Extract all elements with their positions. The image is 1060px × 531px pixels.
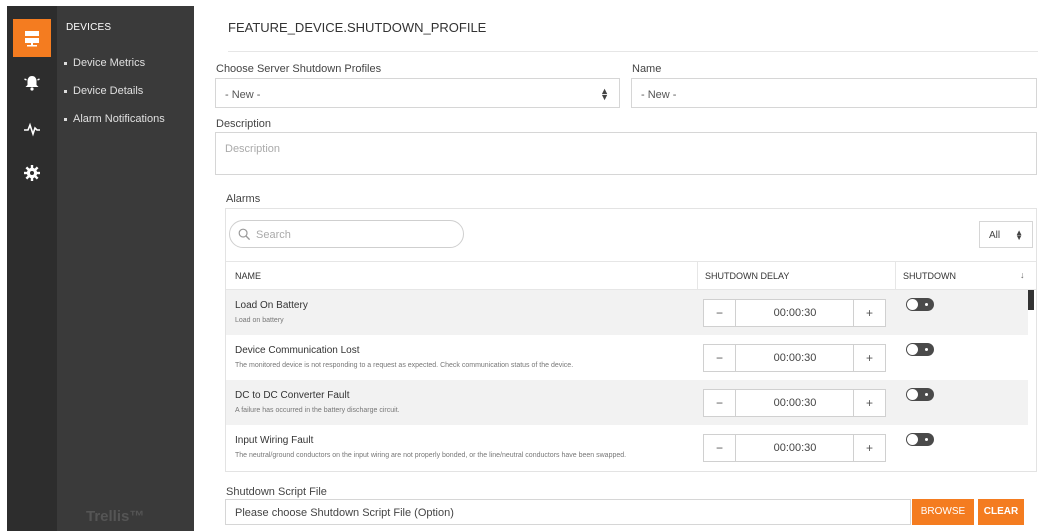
nav-item-label: Alarm Notifications <box>73 113 165 125</box>
column-divider <box>697 262 698 290</box>
main-panel: FEATURE_DEVICE.SHUTDOWN_PROFILE Choose S… <box>194 6 1060 531</box>
toggle-dot-icon <box>925 348 928 351</box>
nav-item-alarm-notifications[interactable]: Alarm Notifications <box>64 113 165 141</box>
decrement-button[interactable]: − <box>704 300 736 326</box>
delay-value[interactable]: 00:00:30 <box>736 390 854 416</box>
delay-value[interactable]: 00:00:30 <box>736 300 854 326</box>
gear-icon <box>24 165 40 181</box>
rail-settings-button[interactable] <box>13 154 51 192</box>
delay-value[interactable]: 00:00:30 <box>736 345 854 371</box>
toggle-dot-icon <box>925 393 928 396</box>
toggle-knob <box>907 344 918 355</box>
icon-rail <box>7 6 57 531</box>
increment-button[interactable]: + <box>853 345 885 371</box>
alarm-description: The neutral/ground conductors on the inp… <box>235 452 627 459</box>
toggle-knob <box>907 389 918 400</box>
alarm-name: Input Wiring Fault <box>235 435 314 446</box>
shutdown-toggle[interactable] <box>906 433 934 446</box>
rail-alarms-button[interactable] <box>13 64 51 102</box>
table-header: NAME SHUTDOWN DELAY SHUTDOWN ↓ <box>226 261 1036 290</box>
delay-stepper: − 00:00:30 + <box>703 434 886 462</box>
description-label: Description <box>216 118 272 130</box>
alarms-table: Search All ▲ ▼ NAME SHUTDOWN DELAY SHUTDO… <box>225 208 1037 472</box>
delay-value[interactable]: 00:00:30 <box>736 435 854 461</box>
nav-item-label: Device Details <box>73 85 144 97</box>
increment-button[interactable]: + <box>853 435 885 461</box>
decrement-button[interactable]: − <box>704 390 736 416</box>
alarm-filter-select[interactable]: All ▲ ▼ <box>979 221 1033 248</box>
rail-devices-button[interactable] <box>13 19 51 57</box>
title-divider <box>228 51 1038 52</box>
script-file-input[interactable]: Please choose Shutdown Script File (Opti… <box>225 499 911 525</box>
search-icon <box>238 228 251 241</box>
decrement-button[interactable]: − <box>704 345 736 371</box>
script-file-label: Shutdown Script File <box>226 486 327 498</box>
alarm-description: Load on battery <box>235 317 284 324</box>
alarm-description: A failure has occurred in the battery di… <box>235 407 400 414</box>
shutdown-toggle[interactable] <box>906 388 934 401</box>
profiles-select-value: - New - <box>225 89 261 101</box>
table-row: Load On Battery Load on battery − 00:00:… <box>226 290 1028 335</box>
toggle-dot-icon <box>925 438 928 441</box>
increment-button[interactable]: + <box>853 390 885 416</box>
delay-stepper: − 00:00:30 + <box>703 344 886 372</box>
column-header-delay[interactable]: SHUTDOWN DELAY <box>705 271 789 281</box>
alarm-description: The monitored device is not responding t… <box>235 362 574 369</box>
sort-down-icon[interactable]: ↓ <box>1020 270 1025 280</box>
name-input[interactable]: - New - <box>631 78 1037 108</box>
toggle-knob <box>907 299 918 310</box>
alarm-bell-icon <box>24 76 40 91</box>
toggle-knob <box>907 434 918 445</box>
alarm-search-input[interactable]: Search <box>229 220 464 248</box>
nav-title: DEVICES <box>66 22 112 33</box>
nav-item-label: Device Metrics <box>73 57 146 69</box>
delay-stepper: − 00:00:30 + <box>703 299 886 327</box>
side-nav: DEVICES Device Metrics Device Details Al… <box>57 6 194 531</box>
decrement-button[interactable]: − <box>704 435 736 461</box>
alarm-name: DC to DC Converter Fault <box>235 390 350 401</box>
nav-item-device-metrics[interactable]: Device Metrics <box>64 57 165 85</box>
table-row: Input Wiring Fault The neutral/ground co… <box>226 425 1028 470</box>
table-scrollbar[interactable] <box>1028 290 1034 472</box>
server-icon <box>25 31 39 47</box>
select-arrows-icon: ▲ ▼ <box>600 86 609 102</box>
search-placeholder: Search <box>256 229 291 241</box>
nav-list: Device Metrics Device Details Alarm Noti… <box>64 57 165 141</box>
bullet-icon <box>64 118 67 121</box>
name-label: Name <box>632 63 662 75</box>
column-header-shutdown[interactable]: SHUTDOWN <box>903 271 956 281</box>
select-arrows-icon: ▲ ▼ <box>1015 228 1023 242</box>
profiles-label: Choose Server Shutdown Profiles <box>216 63 382 75</box>
filter-value: All <box>989 230 1001 241</box>
alarm-name: Load On Battery <box>235 300 308 311</box>
bullet-icon <box>64 62 67 65</box>
bullet-icon <box>64 90 67 93</box>
increment-button[interactable]: + <box>853 300 885 326</box>
table-body: Load On Battery Load on battery − 00:00:… <box>226 290 1036 472</box>
alarms-label: Alarms <box>226 193 261 205</box>
toggle-dot-icon <box>925 303 928 306</box>
alarm-name: Device Communication Lost <box>235 345 360 356</box>
delay-stepper: − 00:00:30 + <box>703 389 886 417</box>
brand-logo: Trellis™ <box>86 508 145 525</box>
table-row: Device Communication Lost The monitored … <box>226 335 1028 380</box>
shutdown-toggle[interactable] <box>906 298 934 311</box>
page-title: FEATURE_DEVICE.SHUTDOWN_PROFILE <box>228 20 487 35</box>
script-file-value: Please choose Shutdown Script File (Opti… <box>235 507 454 519</box>
column-header-name[interactable]: NAME <box>235 271 261 281</box>
profiles-select[interactable]: - New - ▲ ▼ <box>215 78 620 108</box>
description-placeholder: Description <box>225 143 281 155</box>
browse-button[interactable]: BROWSE <box>912 499 974 525</box>
clear-button[interactable]: CLEAR <box>978 499 1024 525</box>
column-divider <box>895 262 896 290</box>
nav-item-device-details[interactable]: Device Details <box>64 85 165 113</box>
pulse-icon <box>24 122 40 137</box>
shutdown-toggle[interactable] <box>906 343 934 356</box>
scrollbar-thumb[interactable] <box>1028 290 1034 310</box>
name-input-value: - New - <box>641 89 677 101</box>
description-input[interactable]: Description <box>215 132 1037 175</box>
rail-monitor-button[interactable] <box>13 110 51 148</box>
table-row: DC to DC Converter Fault A failure has o… <box>226 380 1028 425</box>
